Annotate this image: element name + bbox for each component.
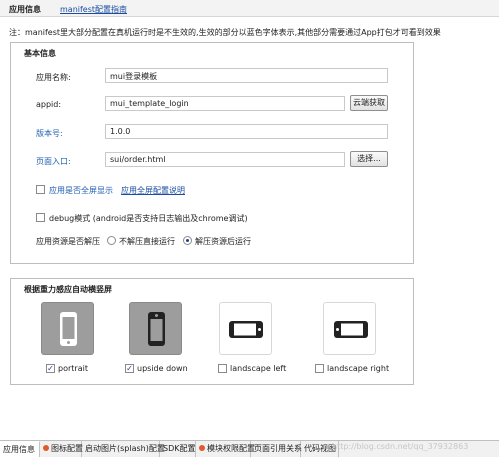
upside-down-tile[interactable]	[129, 302, 182, 355]
portrait-label: portrait	[58, 364, 88, 373]
debug-checkbox[interactable]	[36, 213, 45, 222]
unzip-no-radio[interactable]	[107, 236, 116, 245]
entry-input[interactable]: sui/order.html	[105, 152, 345, 167]
upside-down-label: upside down	[137, 364, 188, 373]
orientation-title: 根据重力感应自动横竖屏	[24, 285, 112, 294]
warning-icon	[43, 445, 49, 451]
config-note: 注：manifest里大部分配置在真机运行时是不生效的,生效的部分以蓝色字体表示…	[9, 28, 441, 37]
portrait-tile[interactable]	[41, 302, 94, 355]
phone-portrait-icon	[60, 312, 77, 346]
appid-label: appid:	[36, 100, 62, 109]
phone-landscape-left-icon	[229, 321, 263, 338]
landscape-right-label: landscape right	[327, 364, 390, 373]
landscape-right-checkbox[interactable]	[315, 364, 324, 373]
unzip-yes-radio[interactable]	[183, 236, 192, 245]
tab-label: 图标配置	[51, 444, 83, 453]
header-bar: 应用信息 manifest配置指南	[0, 0, 499, 17]
tab-sdk-config[interactable]: SDK配置	[160, 441, 196, 457]
watermark-text: http://blog.csdn.net/qq_37932863	[332, 442, 469, 451]
phone-landscape-right-icon	[334, 321, 368, 338]
version-label: 版本号:	[36, 129, 63, 138]
tab-label: 页面引用关系	[254, 444, 302, 453]
app-name-label: 应用名称:	[36, 73, 71, 82]
fullscreen-config-link[interactable]: 应用全屏配置说明	[121, 185, 185, 196]
cloud-fetch-button[interactable]: 云端获取	[350, 95, 388, 111]
tab-label: 启动图片(splash)配置	[85, 444, 165, 453]
tab-label: 应用信息	[3, 445, 35, 454]
unzip-no-label: 不解压直接运行	[119, 237, 175, 246]
tab-icon-config[interactable]: 图标配置	[40, 441, 83, 457]
warning-icon	[199, 445, 205, 451]
manifest-guide-link[interactable]: manifest配置指南	[60, 4, 127, 15]
tab-label: SDK配置	[163, 444, 196, 453]
tab-module-permission[interactable]: 模块权限配置	[196, 441, 255, 457]
app-name-input[interactable]: mui登录模板	[105, 68, 388, 83]
landscape-right-tile[interactable]	[323, 302, 376, 355]
landscape-left-checkbox[interactable]	[218, 364, 227, 373]
tab-app-info-header[interactable]: 应用信息	[9, 4, 41, 15]
entry-label: 页面入口:	[36, 157, 71, 166]
debug-label: debug模式 (android是否支持日志输出及chrome调试)	[49, 214, 248, 223]
unzip-yes-label: 解压资源后运行	[195, 237, 251, 246]
tab-label: 模块权限配置	[207, 444, 255, 453]
unzip-label: 应用资源是否解压	[36, 237, 100, 246]
landscape-left-label: landscape left	[230, 364, 287, 373]
tab-app-info[interactable]: 应用信息	[0, 441, 40, 457]
portrait-checkbox[interactable]: ✓	[46, 364, 55, 373]
landscape-left-tile[interactable]	[219, 302, 272, 355]
choose-button[interactable]: 选择...	[350, 151, 388, 167]
basic-info-title: 基本信息	[24, 49, 56, 58]
phone-upside-down-icon	[148, 312, 165, 346]
fullscreen-checkbox[interactable]	[36, 185, 45, 194]
tab-splash-config[interactable]: 启动图片(splash)配置	[82, 441, 165, 457]
fullscreen-label: 应用是否全屏显示	[49, 186, 113, 195]
basic-info-panel: 基本信息 应用名称: mui登录模板 appid: mui_template_l…	[10, 42, 414, 264]
orientation-panel: 根据重力感应自动横竖屏 ✓ portrait ✓ upside down lan…	[10, 278, 414, 385]
tab-page-references[interactable]: 页面引用关系	[251, 441, 302, 457]
upside-down-checkbox[interactable]: ✓	[125, 364, 134, 373]
version-input[interactable]: 1.0.0	[105, 124, 388, 139]
appid-input[interactable]: mui_template_login	[105, 96, 345, 111]
